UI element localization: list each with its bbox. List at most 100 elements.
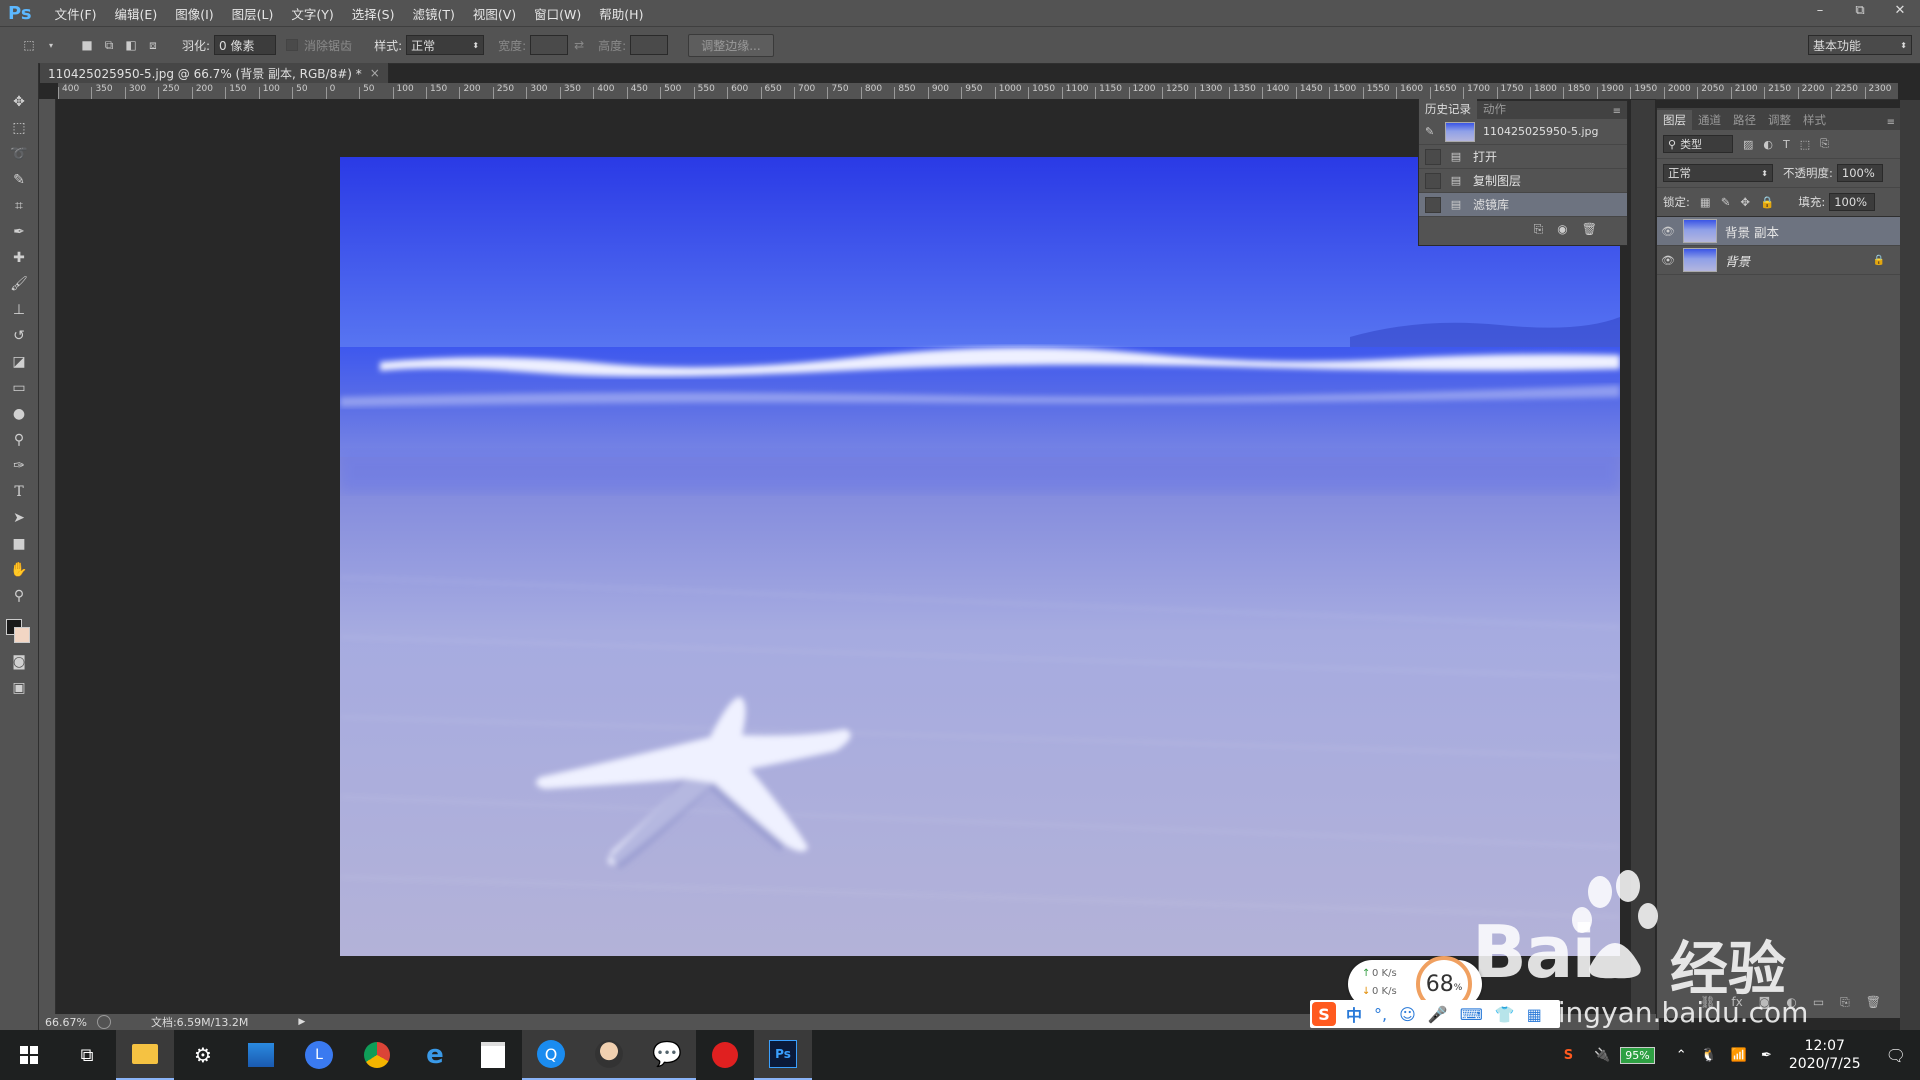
wifi-icon[interactable]: 📶 [1731, 1048, 1747, 1063]
restore-button[interactable]: ⧉ [1840, 0, 1880, 20]
dodge-tool-icon[interactable]: ⚲ [0, 427, 38, 453]
path-select-tool-icon[interactable]: ➤ [0, 505, 38, 531]
chrome-icon[interactable] [348, 1030, 406, 1080]
close-tab-icon[interactable]: × [370, 66, 380, 80]
netease-music-icon[interactable] [696, 1030, 754, 1080]
width-input[interactable] [530, 35, 569, 55]
pen-workspace-icon[interactable]: ✒ [1761, 1048, 1772, 1063]
intersect-selection-icon[interactable]: ⧈ [144, 36, 162, 54]
healing-brush-tool-icon[interactable]: ✚ [0, 245, 38, 271]
gradient-tool-icon[interactable]: ▭ [0, 375, 38, 401]
menu-filter[interactable]: 滤镜(T) [403, 4, 463, 23]
browser-q-icon[interactable]: Q [522, 1030, 580, 1080]
keyboard-icon[interactable]: ⌨ [1460, 1005, 1483, 1024]
layer-style-icon[interactable]: fx [1731, 995, 1742, 1010]
tab-history[interactable]: 历史记录 [1419, 99, 1477, 119]
filter-type-icon[interactable]: T [1783, 138, 1790, 151]
tab-layers[interactable]: 图层 [1657, 110, 1692, 130]
zoom-level[interactable]: 66.67% [45, 1016, 87, 1029]
workspace-select[interactable]: 基本功能 ⬍ [1808, 35, 1912, 55]
eye-icon[interactable]: 👁 [1657, 225, 1679, 238]
menu-select[interactable]: 选择(S) [343, 4, 404, 23]
filter-adjustment-icon[interactable]: ◐ [1763, 138, 1773, 151]
history-snapshot[interactable]: ✎ 110425025950-5.jpg [1419, 119, 1627, 145]
filter-pixel-icon[interactable]: ▨ [1743, 138, 1753, 151]
blend-mode-select[interactable]: 正常 ⬍ [1663, 164, 1773, 182]
avatar-app-icon[interactable] [580, 1030, 638, 1080]
style-select[interactable]: 正常 ⬍ [406, 35, 485, 55]
punctuation-icon[interactable]: °, [1374, 1005, 1387, 1024]
qq-tray-icon[interactable]: 🐧 [1701, 1048, 1717, 1063]
eye-icon[interactable]: 👁 [1657, 254, 1679, 267]
opacity-input[interactable]: 100% [1836, 164, 1883, 182]
rectangle-tool-icon[interactable]: ■ [0, 531, 38, 557]
quick-mask-icon[interactable]: ◙ [0, 649, 38, 675]
toolbox-icon[interactable]: ▦ [1527, 1005, 1542, 1024]
antialias-checkbox[interactable] [286, 39, 299, 51]
sogou-logo-icon[interactable]: S [1312, 1002, 1336, 1026]
lark-app-icon[interactable]: L [290, 1030, 348, 1080]
dropdown-arrow-icon[interactable]: ▾ [42, 36, 60, 54]
close-window-button[interactable]: ✕ [1880, 0, 1920, 20]
filter-smart-object-icon[interactable]: ⎘ [1820, 137, 1829, 151]
hand-tool-icon[interactable]: ✋ [0, 557, 38, 583]
skin-icon[interactable]: 👕 [1495, 1005, 1515, 1024]
subtract-selection-icon[interactable]: ◧ [122, 36, 140, 54]
add-mask-icon[interactable]: ◙ [1759, 995, 1771, 1010]
fill-input[interactable]: 100% [1829, 193, 1876, 211]
ime-language-toggle[interactable]: 中 [1346, 1002, 1362, 1026]
status-menu-arrow-icon[interactable]: ▶ [298, 1017, 305, 1027]
task-view-button[interactable]: ⧉ [58, 1030, 116, 1080]
tab-paths[interactable]: 路径 [1727, 110, 1762, 130]
notification-center-icon[interactable]: 🗨 [1886, 1046, 1906, 1065]
color-swatches[interactable] [0, 609, 38, 649]
ime-toolbar[interactable]: S 中 °, ☺ 🎤 ⌨ 👕 ▦ [1310, 1000, 1560, 1028]
new-snapshot-icon[interactable]: ◉ [1557, 222, 1567, 236]
tab-channels[interactable]: 通道 [1692, 110, 1727, 130]
feather-input[interactable]: 0 像素 [214, 35, 277, 55]
quick-select-tool-icon[interactable]: ✎ [0, 167, 38, 193]
brush-tool-icon[interactable]: 🖌 [0, 271, 38, 297]
marquee-tool-preset-icon[interactable]: ⬚ [20, 36, 38, 54]
tab-actions[interactable]: 动作 [1477, 99, 1512, 119]
show-hidden-icons-icon[interactable]: ⌃ [1676, 1048, 1687, 1063]
crop-tool-icon[interactable]: ⌗ [0, 193, 38, 219]
filter-shape-icon[interactable]: ⬚ [1800, 138, 1810, 151]
move-tool-icon[interactable]: ✥ [0, 89, 38, 115]
layer-name[interactable]: 背景 副本 [1725, 222, 1779, 241]
type-tool-icon[interactable]: T [0, 479, 38, 505]
height-input[interactable] [630, 35, 669, 55]
menu-image[interactable]: 图像(I) [166, 4, 222, 23]
delete-state-icon[interactable]: 🗑 [1582, 222, 1597, 236]
history-brush-checkbox[interactable] [1425, 196, 1441, 213]
minimize-button[interactable]: – [1800, 0, 1840, 20]
screen-mode-icon[interactable]: ▣ [0, 675, 38, 701]
menu-file[interactable]: 文件(F) [46, 4, 106, 23]
zoom-tool-icon[interactable]: ⚲ [0, 583, 38, 609]
marquee-tool-icon[interactable]: ⬚ [0, 115, 38, 141]
history-step[interactable]: ▤ 复制图层 [1419, 169, 1627, 193]
delete-layer-icon[interactable]: 🗑 [1866, 995, 1881, 1010]
swap-arrows-icon[interactable]: ⇄ [570, 36, 588, 54]
new-document-from-state-icon[interactable]: ⎘ [1534, 222, 1544, 237]
layer-row[interactable]: 👁 背景 🔒 [1657, 246, 1901, 275]
lock-position-icon[interactable]: ✥ [1740, 195, 1750, 209]
start-button[interactable] [0, 1030, 58, 1080]
menu-edit[interactable]: 编辑(E) [106, 4, 167, 23]
new-selection-icon[interactable]: ■ [78, 36, 96, 54]
new-adjustment-icon[interactable]: ◐ [1786, 995, 1796, 1010]
panel-menu-icon[interactable]: ≡ [1607, 104, 1627, 119]
pen-tool-icon[interactable]: ✑ [0, 453, 38, 479]
eraser-tool-icon[interactable]: ◪ [0, 349, 38, 375]
lock-image-icon[interactable]: ✎ [1721, 195, 1731, 209]
panel-menu-icon[interactable]: ≡ [1881, 115, 1901, 130]
layer-filter-select[interactable]: ⚲ 类型 [1663, 135, 1733, 153]
beach-starfish-photo[interactable] [340, 157, 1620, 956]
layer-name[interactable]: 背景 [1725, 251, 1750, 270]
photoshop-taskbar-icon[interactable]: Ps [754, 1030, 812, 1080]
history-brush-tool-icon[interactable]: ↺ [0, 323, 38, 349]
tab-styles[interactable]: 样式 [1797, 110, 1832, 130]
internet-explorer-icon[interactable]: e [406, 1030, 464, 1080]
info-icon[interactable] [96, 1015, 111, 1029]
eyedropper-tool-icon[interactable]: ✒ [0, 219, 38, 245]
